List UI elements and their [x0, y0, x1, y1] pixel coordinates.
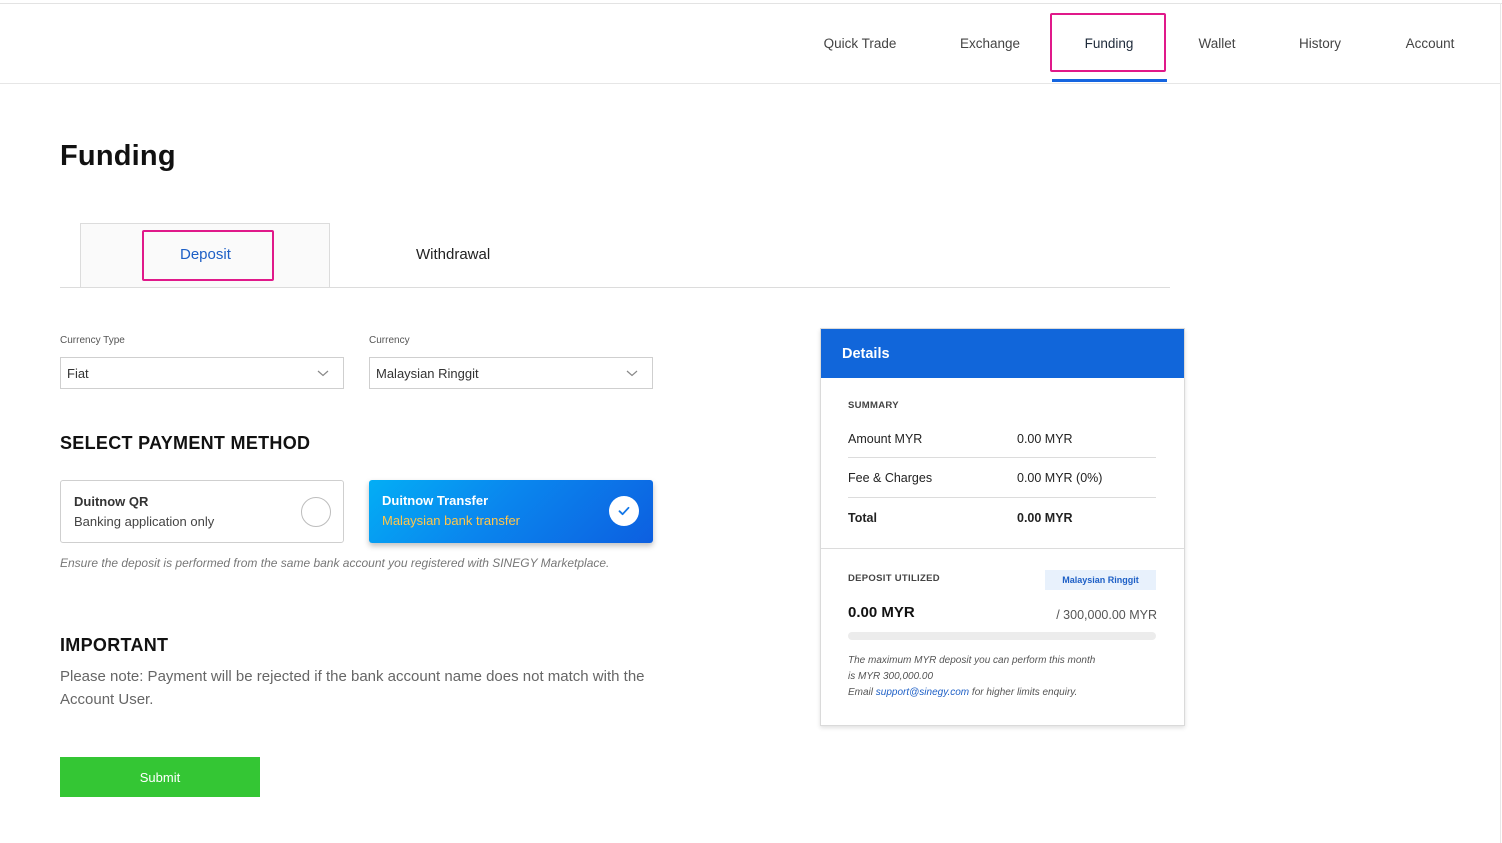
important-title: IMPORTANT — [60, 635, 169, 655]
row-divider — [848, 457, 1156, 458]
support-email-link[interactable]: support@sinegy.com — [876, 687, 969, 698]
summary-row-label: Amount MYR — [848, 432, 923, 446]
payment-method-title: SELECT PAYMENT METHOD — [60, 433, 311, 453]
tab-withdrawal[interactable]: Withdrawal — [416, 246, 490, 263]
payment-option-title: Duitnow Transfer — [382, 493, 489, 508]
currency-label: Currency — [369, 335, 410, 346]
summary-heading: SUMMARY — [848, 400, 899, 411]
note-email-suffix: for higher limits enquiry. — [969, 687, 1078, 698]
details-panel: Details SUMMARY Amount MYR 0.00 MYR Fee … — [820, 328, 1185, 726]
currency-type-label: Currency Type — [60, 335, 125, 346]
deposit-utilized-amount: 0.00 MYR — [848, 604, 915, 621]
nav-item-exchange[interactable]: Exchange — [933, 4, 1047, 83]
nav-active-underline — [1052, 79, 1167, 82]
currency-select[interactable]: Malaysian Ringgit — [369, 357, 653, 389]
summary-total-label: Total — [848, 511, 877, 525]
nav-item-history[interactable]: History — [1263, 4, 1377, 83]
summary-total-value: 0.00 MYR — [1017, 511, 1073, 525]
chevron-down-icon — [317, 370, 329, 377]
currency-value: Malaysian Ringgit — [376, 365, 479, 381]
payment-option-duitnow-qr[interactable]: Duitnow QR Banking application only — [60, 480, 344, 543]
section-divider — [821, 548, 1184, 549]
payment-option-subtitle: Banking application only — [74, 514, 215, 529]
radio-unselected-icon[interactable] — [301, 497, 331, 527]
summary-row-value: 0.00 MYR — [1017, 432, 1073, 446]
currency-badge: Malaysian Ringgit — [1045, 570, 1156, 590]
payment-note: Ensure the deposit is performed from the… — [60, 556, 610, 570]
note-email-prefix: Email — [848, 687, 876, 698]
chevron-down-icon — [626, 370, 638, 377]
deposit-limit-note: The maximum MYR deposit you can perform … — [848, 653, 1148, 701]
payment-option-subtitle: Malaysian bank transfer — [382, 513, 521, 528]
summary-row-value: 0.00 MYR (0%) — [1017, 471, 1103, 485]
details-title: Details — [821, 329, 1184, 378]
deposit-limit: / 300,000.00 MYR — [1056, 608, 1157, 622]
nav-item-account[interactable]: Account — [1373, 4, 1487, 83]
tabs-divider — [60, 287, 1170, 288]
right-border — [1500, 3, 1501, 843]
nav-item-quick-trade[interactable]: Quick Trade — [803, 4, 917, 83]
payment-option-title: Duitnow QR — [74, 494, 149, 509]
funding-highlight-box — [1050, 13, 1166, 72]
page-title: Funding — [60, 140, 176, 172]
nav-item-wallet[interactable]: Wallet — [1160, 4, 1274, 83]
deposit-highlight-box — [142, 230, 274, 281]
payment-option-duitnow-transfer[interactable]: Duitnow Transfer Malaysian bank transfer — [369, 480, 653, 543]
check-icon — [618, 506, 630, 516]
currency-type-select[interactable]: Fiat — [60, 357, 344, 389]
note-line-2: is MYR 300,000.00 — [848, 671, 934, 682]
submit-button[interactable]: Submit — [60, 757, 260, 797]
summary-row-label: Fee & Charges — [848, 471, 933, 485]
check-circle-icon[interactable] — [609, 496, 639, 526]
note-line-1: The maximum MYR deposit you can perform … — [848, 655, 1096, 666]
top-nav: Quick Trade Exchange Funding Wallet Hist… — [0, 4, 1500, 84]
deposit-utilized-heading: DEPOSIT UTILIZED — [848, 573, 940, 584]
deposit-progress-bar — [848, 632, 1156, 640]
currency-type-value: Fiat — [67, 365, 89, 381]
row-divider — [848, 497, 1156, 498]
important-text: Please note: Payment will be rejected if… — [60, 668, 645, 708]
